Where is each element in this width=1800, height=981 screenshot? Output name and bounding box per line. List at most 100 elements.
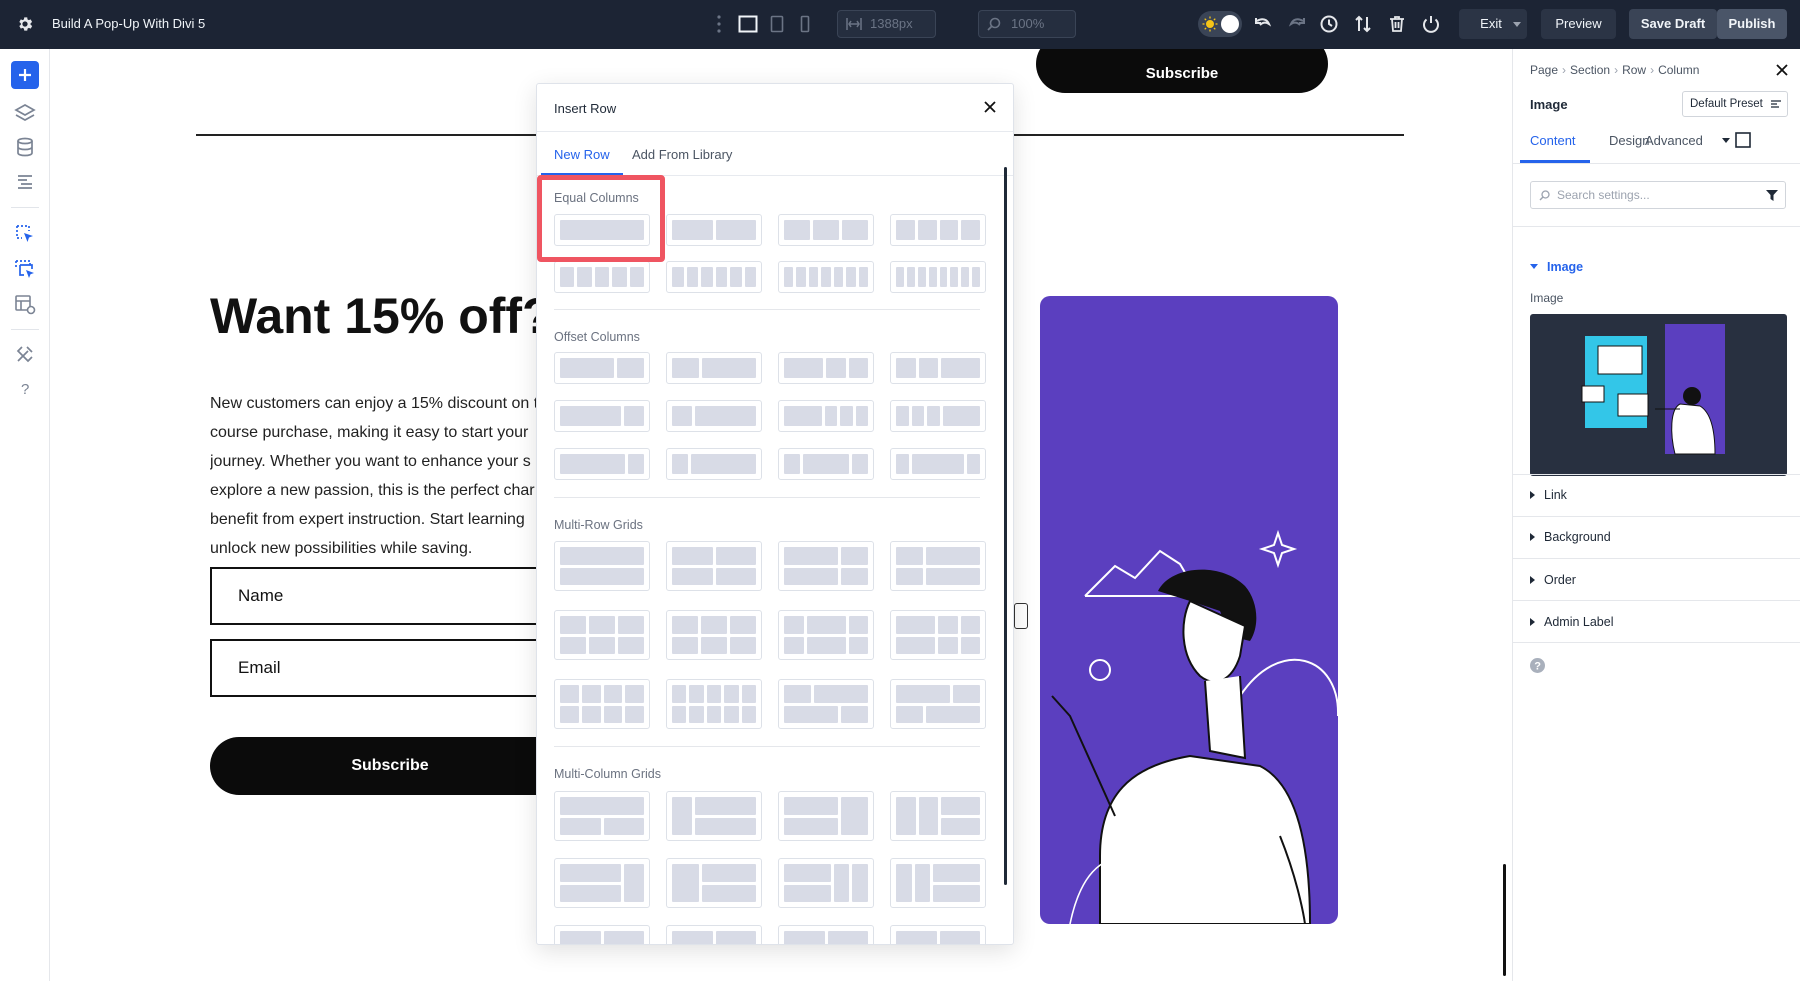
publish-button[interactable]: Publish [1717,9,1787,39]
layout-option[interactable] [778,858,874,908]
preview-button[interactable]: Preview [1541,9,1616,39]
breadcrumb-row[interactable]: Row [1622,63,1646,77]
group-image[interactable]: Image [1530,260,1583,274]
zoom-field[interactable]: 100% [978,10,1076,38]
add-icon[interactable] [11,61,39,89]
redo-icon[interactable] [1286,13,1308,35]
pointer-multi-icon[interactable] [13,257,37,281]
layout-option[interactable] [890,448,986,480]
help-icon[interactable]: ? [13,377,37,401]
exit-dropdown-button[interactable] [1508,9,1527,39]
database-icon[interactable] [13,135,37,159]
sort-icon[interactable] [1352,13,1374,35]
layout-option[interactable] [666,610,762,660]
close-icon[interactable] [1775,63,1789,77]
save-draft-button[interactable]: Save Draft [1629,9,1717,39]
layout-option[interactable] [666,261,762,293]
layout-option[interactable] [890,400,986,432]
layout-option[interactable] [666,541,762,591]
subscribe-button[interactable]: Subscribe [210,737,570,795]
layout-option[interactable] [778,400,874,432]
breadcrumb-column[interactable]: Column [1658,63,1699,77]
layout-option[interactable] [778,679,874,729]
layout-option[interactable] [778,925,874,945]
tab-add-from-library[interactable]: Add From Library [632,147,732,162]
layout-option[interactable] [778,541,874,591]
more-vertical-icon[interactable] [716,14,722,34]
layout-option[interactable] [666,448,762,480]
layout-option[interactable] [554,858,650,908]
layout-option[interactable] [890,679,986,729]
template-settings-icon[interactable] [13,292,37,316]
top-subscribe-button[interactable]: Subscribe [1036,49,1328,93]
search-input[interactable]: Search settings... [1530,181,1786,209]
layout-option[interactable] [778,610,874,660]
modal-scrollbar[interactable] [1004,167,1007,885]
breadcrumb-section[interactable]: Section [1570,63,1610,77]
undo-icon[interactable] [1252,13,1274,35]
layout-option[interactable] [890,214,986,246]
drag-handle[interactable] [1014,603,1028,629]
layout-option[interactable] [666,791,762,841]
layout-option[interactable] [554,679,650,729]
layout-option[interactable] [554,925,650,945]
layout-option[interactable] [890,858,986,908]
layout-option[interactable] [554,541,650,591]
preset-select[interactable]: Default Preset [1682,91,1788,117]
group-admin-label[interactable]: Admin Label [1530,615,1614,629]
layout-option[interactable] [890,610,986,660]
email-field[interactable]: Email [210,639,570,697]
layout-option[interactable] [778,448,874,480]
layout-option[interactable] [666,352,762,384]
tab-new-row[interactable]: New Row [554,147,610,162]
canvas-scrollbar[interactable] [1503,864,1506,976]
layout-option[interactable] [890,541,986,591]
power-icon[interactable] [1420,13,1442,35]
name-field[interactable]: Name [210,567,570,625]
layout-option[interactable] [666,858,762,908]
group-link[interactable]: Link [1530,488,1567,502]
trash-icon[interactable] [1386,13,1408,35]
help-icon[interactable]: ? [1530,658,1545,673]
layout-option[interactable] [778,791,874,841]
layout-option[interactable] [554,261,650,293]
layout-option[interactable] [890,791,986,841]
layout-option[interactable] [554,610,650,660]
filter-icon[interactable] [1766,190,1778,201]
layout-option[interactable] [778,214,874,246]
layout-option[interactable] [890,352,986,384]
layout-option[interactable] [554,352,650,384]
layers-icon[interactable] [13,101,37,125]
close-icon[interactable] [981,98,999,116]
layout-option[interactable] [666,214,762,246]
layout-option[interactable] [554,791,650,841]
layout-option[interactable] [778,352,874,384]
layout-option[interactable] [778,261,874,293]
layout-option[interactable] [554,448,650,480]
chevron-down-icon[interactable] [1722,138,1730,143]
layout-option[interactable] [890,261,986,293]
tab-advanced[interactable]: Advanced [1645,133,1703,148]
layout-icon[interactable] [13,170,37,194]
history-icon[interactable] [1318,13,1340,35]
breadcrumb-page[interactable]: Page [1530,63,1558,77]
tab-design[interactable]: Design [1609,133,1649,148]
layout-option[interactable] [890,925,986,945]
desktop-icon[interactable] [738,15,758,33]
pointer-select-icon[interactable] [13,222,37,246]
group-background[interactable]: Background [1530,530,1611,544]
toggle-view-icon[interactable] [1735,132,1751,148]
layout-option[interactable] [666,925,762,945]
image-preview[interactable] [1530,314,1787,476]
layout-option[interactable] [554,400,650,432]
group-order[interactable]: Order [1530,573,1576,587]
layout-option[interactable] [666,400,762,432]
phone-icon[interactable] [800,15,810,33]
tablet-icon[interactable] [770,15,784,33]
gear-icon[interactable] [16,15,34,33]
tab-content[interactable]: Content [1530,133,1576,148]
tools-icon[interactable] [13,342,37,366]
layout-option[interactable] [666,679,762,729]
theme-toggle[interactable] [1198,11,1242,37]
width-field[interactable]: 1388px [837,10,936,38]
